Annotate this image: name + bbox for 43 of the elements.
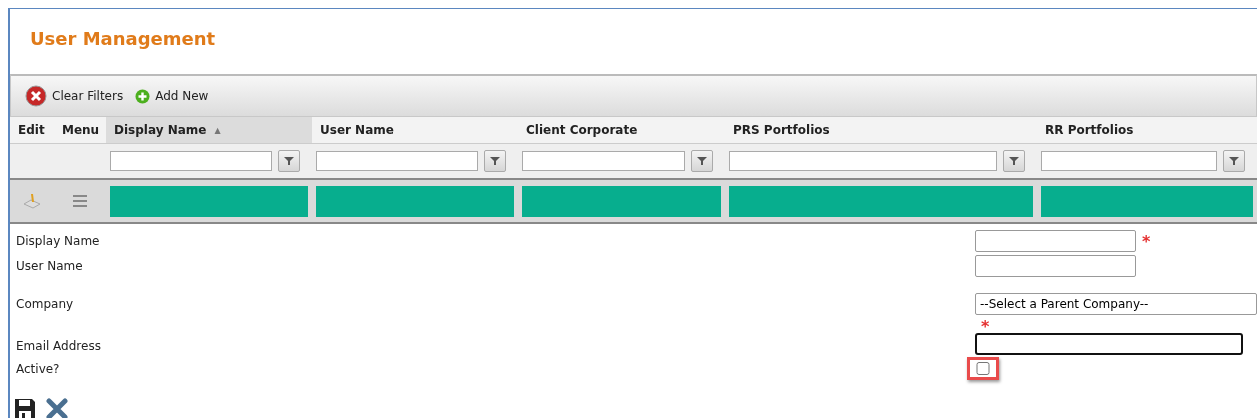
filter-button[interactable]: [484, 150, 506, 172]
cancel-icon[interactable]: [46, 398, 68, 418]
text-field[interactable]: [975, 230, 1136, 252]
filter-icon: [1009, 156, 1019, 166]
column-header[interactable]: RR Portfolios: [1037, 117, 1257, 144]
clear-filters-button[interactable]: Clear Filters: [23, 83, 126, 109]
column-header[interactable]: User Name: [312, 117, 518, 144]
filter-field[interactable]: [316, 151, 478, 171]
company-dropdown[interactable]: --Select a Parent Company--: [975, 293, 1257, 315]
filter-icon: [284, 156, 294, 166]
filter-field[interactable]: [729, 151, 997, 171]
field-label: Company: [16, 297, 74, 311]
filter-button[interactable]: [278, 150, 300, 172]
required-mark: *: [981, 317, 990, 336]
checkbox[interactable]: [976, 362, 990, 375]
column-header[interactable]: Edit: [10, 117, 54, 144]
menu-icon[interactable]: [73, 195, 87, 207]
field-label: Email Address: [16, 339, 101, 355]
field-label: Display Name: [16, 234, 100, 248]
text-field[interactable]: [975, 255, 1136, 277]
column-header[interactable]: Display Name ▲: [106, 117, 312, 144]
column-header[interactable]: Menu: [54, 117, 106, 144]
filter-field[interactable]: [522, 151, 685, 171]
required-mark: *: [1142, 231, 1151, 251]
add-new-button[interactable]: Add New: [133, 86, 211, 106]
filter-field[interactable]: [1041, 151, 1217, 171]
filter-field[interactable]: [110, 151, 272, 171]
field-label: User Name: [16, 259, 83, 273]
save-icon[interactable]: [14, 398, 36, 418]
email-field[interactable]: [975, 333, 1243, 355]
filter-button[interactable]: [1223, 150, 1245, 172]
filter-icon: [697, 156, 707, 166]
sort-icon: ▲: [214, 125, 221, 135]
field-label: Active?: [16, 361, 60, 376]
column-header[interactable]: Client Corporate: [518, 117, 725, 144]
filter-icon: [1229, 156, 1239, 166]
page-title: User Management: [29, 27, 217, 51]
filter-button[interactable]: [691, 150, 713, 172]
filter-button[interactable]: [1003, 150, 1025, 172]
filter-icon: [490, 156, 500, 166]
column-header[interactable]: PRS Portfolios: [725, 117, 1037, 144]
clear-icon: [25, 85, 47, 107]
add-icon: [135, 88, 151, 104]
